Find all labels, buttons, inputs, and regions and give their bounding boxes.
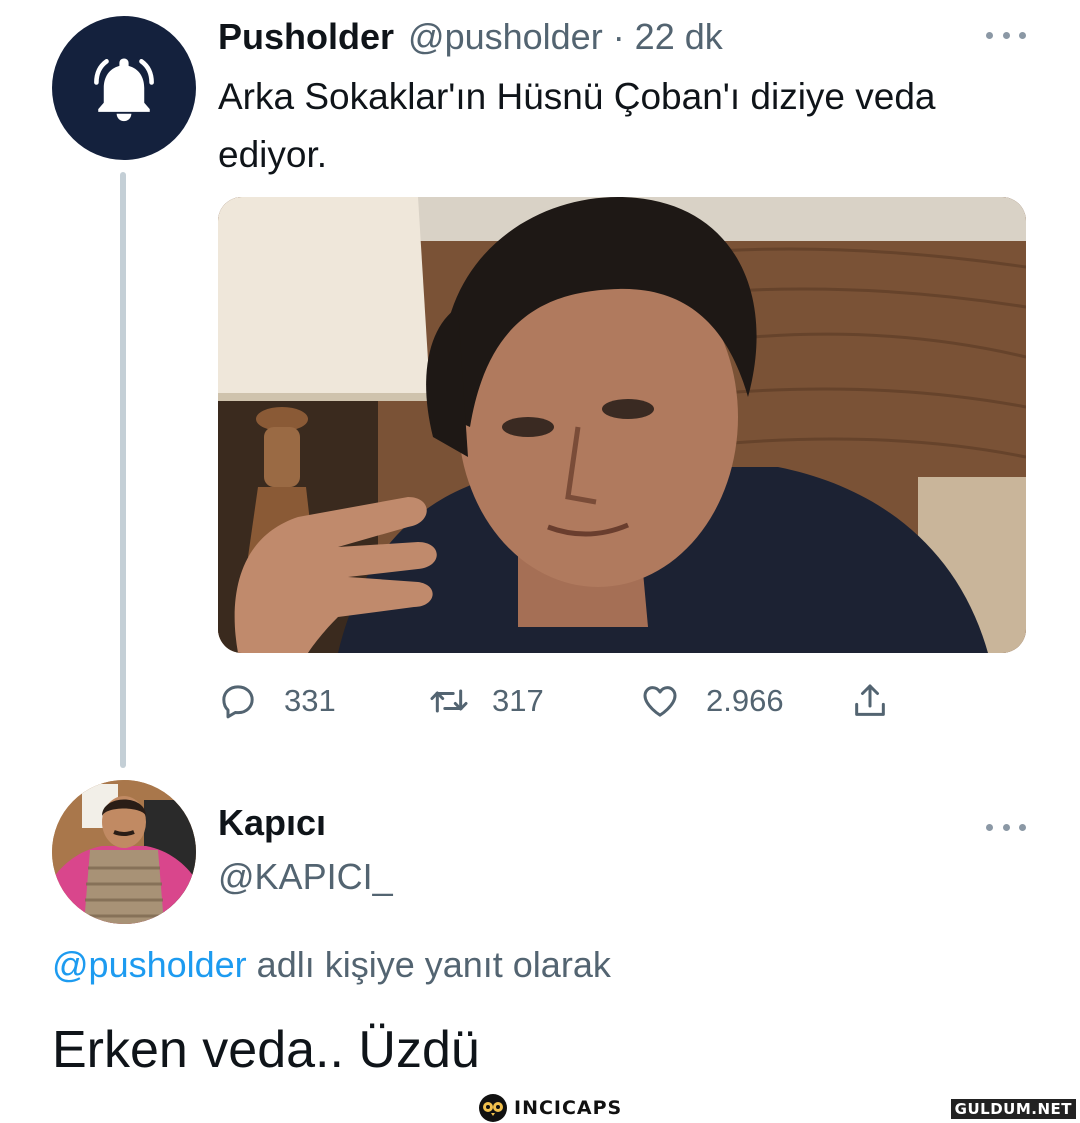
more-options-icon[interactable]	[986, 28, 1026, 42]
retweet-count: 317	[492, 683, 544, 718]
bell-icon	[94, 58, 154, 122]
guldum-watermark: GULDUM.NET	[950, 1099, 1076, 1119]
incicaps-watermark-text: INCICAPS	[514, 1097, 623, 1119]
kapici-avatar[interactable]	[52, 780, 196, 924]
like-action[interactable]: 2.966	[640, 676, 784, 726]
tweet-media-photo[interactable]	[218, 197, 1026, 653]
thread-connector-line	[120, 172, 126, 768]
like-count: 2.966	[706, 683, 784, 718]
tweet-text: Arka Sokaklar'ın Hüsnü Çoban'ı diziye ve…	[218, 76, 936, 175]
share-action[interactable]	[850, 676, 890, 726]
author-handle-and-time[interactable]: @pusholder · 22 dk	[408, 16, 723, 58]
reply-count: 331	[284, 683, 336, 718]
replying-to-line: @pusholder adlı kişiye yanıt olarak	[52, 944, 611, 986]
author-display-name[interactable]: Kapıcı	[218, 802, 326, 844]
reply-mention-link[interactable]: @pusholder	[52, 944, 247, 985]
reply-action[interactable]: 331	[218, 676, 336, 726]
tweet-text: Erken veda.. Üzdü	[52, 1021, 480, 1079]
retweet-icon	[430, 689, 468, 713]
incicaps-watermark: INCICAPS	[478, 1093, 622, 1123]
more-options-icon[interactable]	[986, 820, 1026, 834]
author-handle[interactable]: @KAPICI_	[218, 856, 393, 898]
tweet-actions-bar: 331 317 2.966	[218, 676, 918, 726]
share-icon	[855, 684, 885, 716]
pusholder-avatar[interactable]	[52, 16, 196, 160]
tweet-header: Pusholder @pusholder · 22 dk	[218, 12, 723, 62]
reply-suffix-text: adlı kişiye yanıt olarak	[246, 944, 611, 985]
owl-logo-icon	[479, 1094, 507, 1122]
retweet-action[interactable]: 317	[426, 676, 544, 726]
author-display-name[interactable]: Pusholder	[218, 16, 394, 58]
heart-icon	[643, 686, 677, 717]
reply-icon	[222, 685, 254, 719]
